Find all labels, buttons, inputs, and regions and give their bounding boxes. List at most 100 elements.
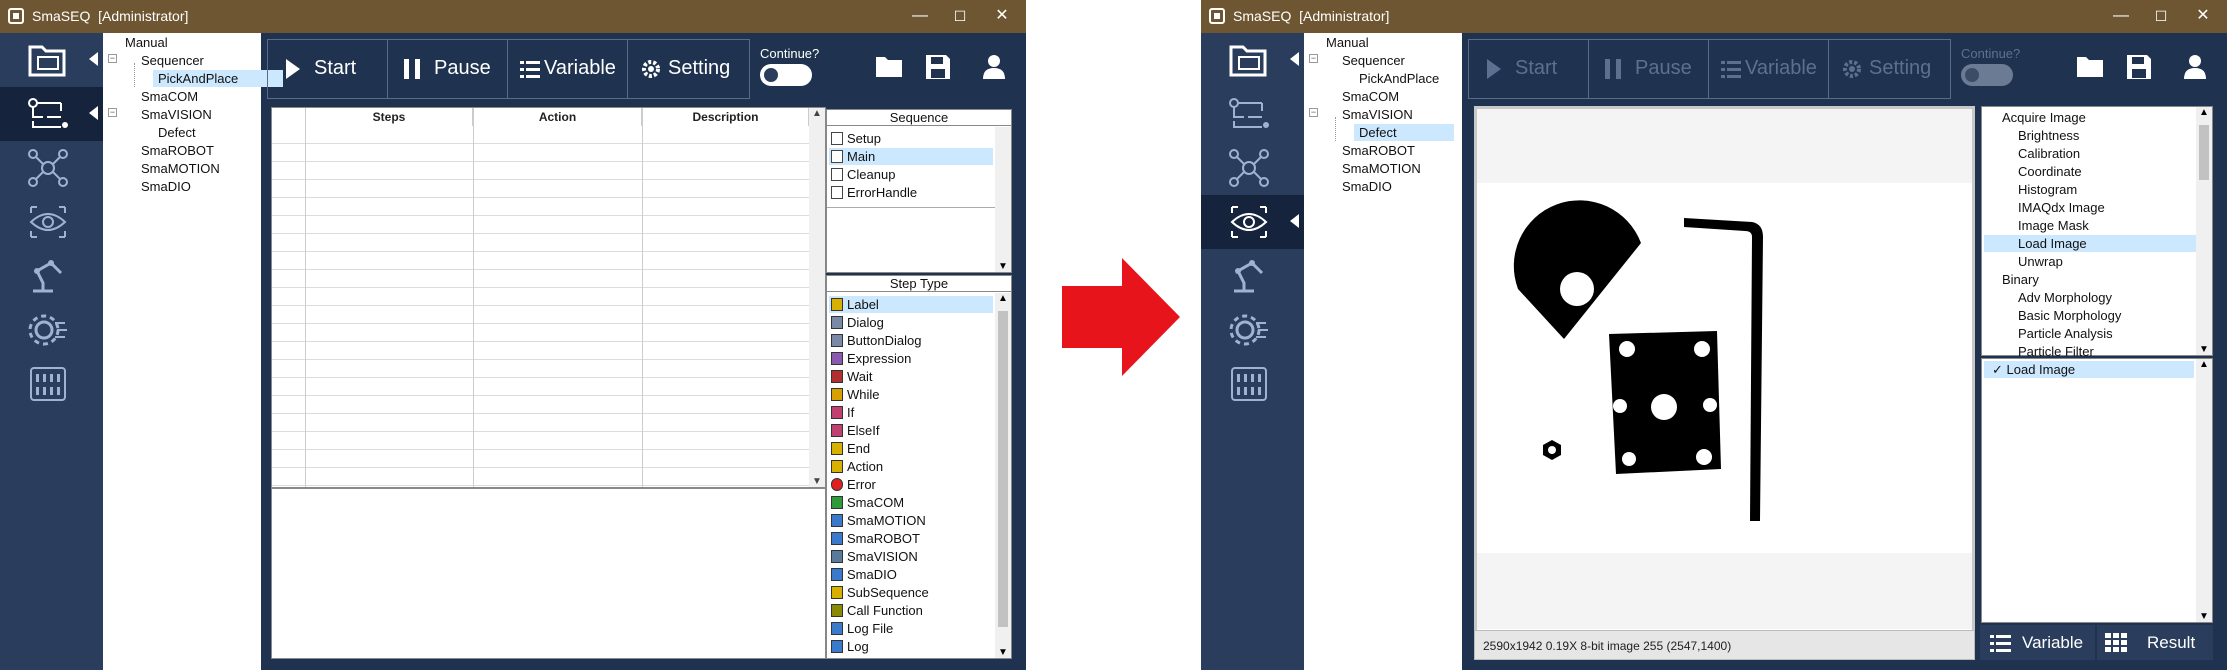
collapse-icon[interactable]: − — [108, 108, 117, 117]
collapse-icon[interactable]: − — [1309, 54, 1318, 63]
minimize-button[interactable]: — — [908, 5, 932, 27]
maximize-button[interactable]: ☐ — [2149, 5, 2173, 27]
inspection-image[interactable] — [1477, 109, 1972, 629]
nav-file[interactable] — [1201, 33, 1304, 87]
steptype-item[interactable]: SmaDIO — [829, 566, 993, 583]
tree-item-pickandplace[interactable]: PickAndPlace — [1359, 70, 1439, 87]
steptype-item[interactable]: SmaROBOT — [829, 530, 993, 547]
function-item[interactable]: Brightness — [1984, 127, 2196, 144]
col-description-header[interactable]: Description — [643, 108, 809, 126]
sequence-item[interactable]: Setup — [829, 130, 993, 147]
nav-dio[interactable] — [0, 357, 103, 411]
sequence-item[interactable]: ErrorHandle — [829, 184, 993, 201]
user-icon[interactable] — [2183, 54, 2207, 80]
steptype-item[interactable]: Expression — [829, 350, 993, 367]
function-item[interactable]: Load Image — [1984, 235, 2196, 252]
tree-item-smacom[interactable]: SmaCOM — [141, 88, 198, 105]
image-viewer[interactable] — [1474, 106, 1975, 656]
function-scrollbar[interactable]: ▲ ▼ — [2196, 107, 2212, 355]
steptype-item[interactable]: Log — [829, 638, 993, 655]
steptype-item[interactable]: Time Stamp — [829, 656, 993, 658]
nav-sequencer[interactable] — [0, 87, 103, 141]
tree-item-smadio[interactable]: SmaDIO — [141, 178, 191, 195]
steptype-item[interactable]: Label — [829, 296, 993, 313]
steptype-item[interactable]: SmaVISION — [829, 548, 993, 565]
maximize-button[interactable]: ☐ — [948, 5, 972, 27]
sequence-item[interactable]: Main — [829, 148, 993, 165]
tree-item-sequencer[interactable]: Sequencer — [141, 52, 204, 69]
steptype-item[interactable]: End — [829, 440, 993, 457]
steptype-item[interactable]: SmaCOM — [829, 494, 993, 511]
tree-item-pickandplace[interactable]: PickAndPlace — [153, 70, 283, 87]
tree-item-smavision[interactable]: SmaVISION — [1342, 106, 1413, 123]
steps-grid[interactable]: Steps Action Description ▲ ▼ — [271, 107, 826, 659]
tree-item-manual[interactable]: Manual — [125, 34, 168, 51]
tree-item-smamotion[interactable]: SmaMOTION — [1342, 160, 1421, 177]
function-item[interactable]: Basic Morphology — [1984, 307, 2196, 324]
function-item[interactable]: Coordinate — [1984, 163, 2196, 180]
steptype-item[interactable]: SmaMOTION — [829, 512, 993, 529]
steptype-item[interactable]: While — [829, 386, 993, 403]
steptype-item[interactable]: Action — [829, 458, 993, 475]
function-item[interactable]: IMAQdx Image — [1984, 199, 2196, 216]
close-button[interactable]: ✕ — [2191, 5, 2215, 27]
tree-item-sequencer[interactable]: Sequencer — [1342, 52, 1405, 69]
function-item[interactable]: Adv Morphology — [1984, 289, 2196, 306]
setting-button[interactable]: Setting — [1829, 40, 1950, 98]
start-button[interactable]: Start — [1469, 40, 1589, 98]
sequence-item[interactable]: Cleanup — [829, 166, 993, 183]
start-button[interactable]: Start — [268, 40, 388, 98]
setting-button[interactable]: Setting — [628, 40, 749, 98]
open-folder-icon[interactable] — [2076, 54, 2104, 78]
tree-item-smarobot[interactable]: SmaROBOT — [141, 142, 214, 159]
nav-dio[interactable] — [1201, 357, 1304, 411]
nav-vision[interactable] — [0, 195, 103, 249]
collapse-icon[interactable]: − — [108, 54, 117, 63]
function-item[interactable]: Image Mask — [1984, 217, 2196, 234]
col-steps-header[interactable]: Steps — [306, 108, 473, 126]
close-button[interactable]: ✕ — [990, 5, 1014, 27]
tree-item-smadio[interactable]: SmaDIO — [1342, 178, 1392, 195]
function-item[interactable]: Histogram — [1984, 181, 2196, 198]
tree-item-smacom[interactable]: SmaCOM — [1342, 88, 1399, 105]
col-action-header[interactable]: Action — [474, 108, 642, 126]
tree-item-defect[interactable]: Defect — [158, 124, 196, 141]
function-item[interactable]: Particle Analysis — [1984, 325, 2196, 342]
variable-button[interactable]: Variable — [508, 40, 628, 98]
pause-button[interactable]: Pause — [1589, 40, 1709, 98]
steps-rows[interactable] — [272, 126, 809, 487]
tree-item-smamotion[interactable]: SmaMOTION — [141, 160, 220, 177]
nav-robot[interactable] — [1201, 249, 1304, 303]
steptype-item[interactable]: ElseIf — [829, 422, 993, 439]
open-folder-icon[interactable] — [875, 54, 903, 78]
steptype-item[interactable]: Dialog — [829, 314, 993, 331]
function-item[interactable]: Calibration — [1984, 145, 2196, 162]
variable-button[interactable]: Variable — [1709, 40, 1829, 98]
tree-item-smarobot[interactable]: SmaROBOT — [1342, 142, 1415, 159]
nav-communication[interactable] — [1201, 141, 1304, 195]
nav-vision[interactable] — [1201, 195, 1304, 249]
nav-communication[interactable] — [0, 141, 103, 195]
steptype-item[interactable]: Wait — [829, 368, 993, 385]
function-category[interactable]: Acquire Image — [2002, 109, 2086, 126]
continue-toggle[interactable] — [1961, 64, 2013, 86]
user-icon[interactable] — [982, 54, 1006, 80]
function-item[interactable]: Unwrap — [1984, 253, 2196, 270]
grid-scrollbar[interactable]: ▲ ▼ — [809, 108, 825, 487]
steptype-item[interactable]: Log File — [829, 620, 993, 637]
collapse-icon[interactable]: − — [1309, 108, 1318, 117]
tree-item-defect[interactable]: Defect — [1354, 124, 1454, 141]
step-item-load-image[interactable]: ✓ Load Image — [1984, 361, 2194, 378]
variable-view-button[interactable]: Variable — [1980, 625, 2095, 660]
nav-robot[interactable] — [0, 249, 103, 303]
steptype-scrollbar[interactable]: ▲ ▼ — [995, 293, 1011, 658]
tree-item-manual[interactable]: Manual — [1326, 34, 1369, 51]
save-icon[interactable] — [2126, 54, 2152, 80]
steptype-item[interactable]: SubSequence — [829, 584, 993, 601]
continue-toggle[interactable] — [760, 64, 812, 86]
nav-motion[interactable] — [0, 303, 103, 357]
save-icon[interactable] — [925, 54, 951, 80]
steptype-item[interactable]: ButtonDialog — [829, 332, 993, 349]
steptype-item[interactable]: If — [829, 404, 993, 421]
steptype-item[interactable]: Error — [829, 476, 993, 493]
